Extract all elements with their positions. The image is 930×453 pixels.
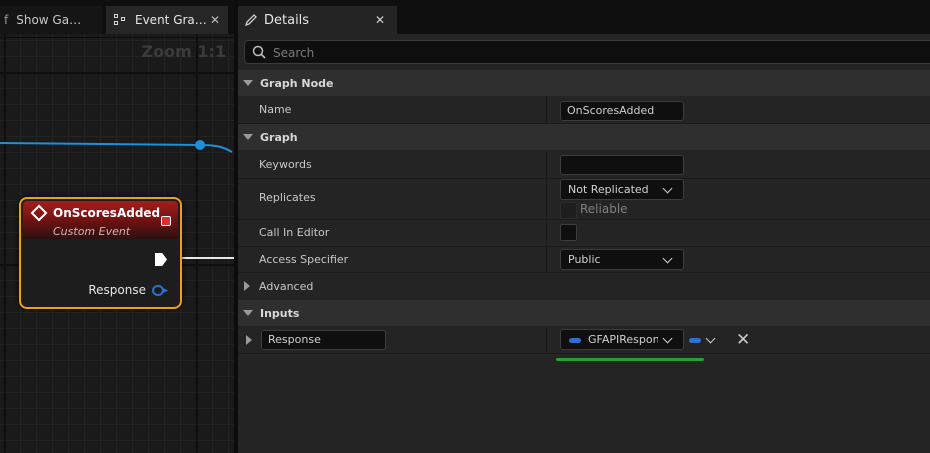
struct-type-icon (569, 338, 581, 343)
category-advanced[interactable]: Advanced (238, 273, 930, 299)
column-divider (546, 179, 547, 219)
access-specifier-value: Public (568, 253, 601, 266)
category-graph[interactable]: Graph (238, 124, 930, 150)
replicates-value: Not Replicated (568, 183, 649, 196)
chevron-down-icon (662, 183, 673, 194)
event-icon (30, 204, 48, 222)
tab-details-label: Details (264, 12, 310, 28)
tab-details[interactable]: Details ✕ (238, 6, 397, 34)
prop-row-replicates: Replicates Not Replicated Reliable (238, 179, 930, 220)
expand-caret-icon (244, 281, 250, 291)
details-panel: Details ✕ Graph Node Name OnScoresAdded … (238, 0, 930, 453)
expand-caret-icon[interactable] (246, 335, 252, 345)
prop-row-name: Name OnScoresAdded (238, 96, 930, 124)
param-name-field[interactable]: Response (261, 330, 386, 350)
column-divider (546, 150, 547, 178)
search-icon (252, 45, 266, 59)
replicates-dropdown[interactable]: Not Replicated (560, 179, 684, 200)
name-field[interactable]: OnScoresAdded (560, 101, 684, 121)
category-graph-label: Graph (260, 130, 298, 144)
close-icon[interactable]: ✕ (375, 13, 385, 27)
category-advanced-label: Advanced (259, 279, 314, 293)
call-in-editor-label: Call In Editor (259, 226, 330, 239)
container-type-icon[interactable] (689, 338, 701, 343)
category-inputs-label: Inputs (260, 306, 300, 320)
reliable-checkbox[interactable] (560, 202, 577, 219)
node-subtitle: Custom Event (53, 225, 131, 238)
highlight-underline (556, 358, 704, 361)
param-type-value: GFAPIResponse (588, 333, 658, 346)
category-inputs[interactable]: Inputs (238, 300, 930, 326)
access-specifier-label: Access Specifier (259, 253, 349, 266)
name-label: Name (259, 103, 292, 116)
pin-arrow-icon (163, 288, 168, 293)
collapse-caret-icon (243, 310, 253, 316)
prop-row-input-param: Response GFAPIResponse ✕ (238, 326, 930, 354)
details-tab-bar: Details ✕ (238, 0, 930, 34)
param-type-dropdown[interactable]: GFAPIResponse (560, 329, 684, 350)
custom-event-node[interactable]: OnScoresAdded Custom Event Response (19, 197, 182, 309)
column-divider (546, 96, 547, 123)
category-graph-node-label: Graph Node (260, 76, 334, 90)
struct-output-pin-icon[interactable] (152, 285, 164, 296)
category-graph-node[interactable]: Graph Node (238, 70, 930, 96)
remove-param-button[interactable]: ✕ (736, 332, 750, 349)
graph-editor-panel: f Show Ga… Event Gra… ✕ Zoom 1:1 OnScore… (0, 0, 234, 453)
node-title: OnScoresAdded (53, 206, 161, 220)
wire-reroute-node (195, 140, 205, 150)
pencil-icon (244, 13, 258, 27)
column-divider (546, 247, 547, 272)
exec-output-pin-icon[interactable] (155, 253, 167, 266)
replicates-label: Replicates (259, 191, 316, 204)
collapse-caret-icon (243, 80, 253, 86)
column-divider (546, 326, 547, 353)
chevron-down-icon (662, 253, 673, 264)
keywords-field[interactable] (560, 155, 684, 175)
delegate-pin-icon[interactable] (161, 216, 171, 226)
search-box[interactable] (244, 40, 930, 64)
access-specifier-dropdown[interactable]: Public (560, 249, 684, 270)
response-pin-label: Response (88, 283, 146, 297)
column-divider (546, 220, 547, 246)
prop-row-keywords: Keywords (238, 150, 930, 179)
collapse-caret-icon (243, 134, 253, 140)
chevron-down-icon[interactable] (705, 333, 716, 344)
reliable-label: Reliable (580, 202, 628, 216)
keywords-label: Keywords (259, 158, 312, 171)
prop-row-call-in-editor: Call In Editor (238, 220, 930, 247)
prop-row-access-specifier: Access Specifier Public (238, 247, 930, 273)
call-in-editor-checkbox[interactable] (560, 224, 577, 241)
search-input[interactable] (273, 44, 873, 62)
node-header: OnScoresAdded Custom Event (23, 201, 178, 239)
chevron-down-icon (662, 333, 673, 344)
